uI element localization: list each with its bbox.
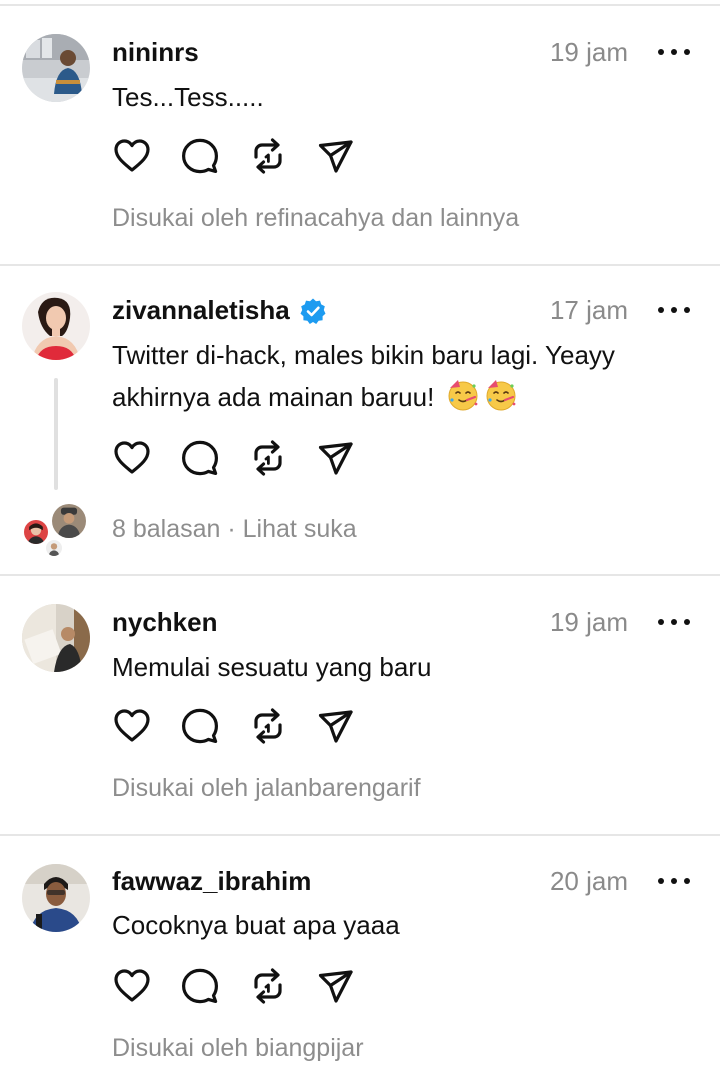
comment-icon[interactable] (178, 964, 222, 1008)
post[interactable]: nininrs 19 jam Tes...Tess..... Disukai o… (0, 6, 720, 264)
replies-count-link[interactable]: 8 balasan (112, 515, 220, 543)
action-bar (110, 964, 370, 1008)
comment-icon[interactable] (178, 704, 222, 748)
post-text: Tes...Tess..... (112, 82, 264, 112)
action-bar (110, 134, 370, 178)
post[interactable]: nychken 19 jam Memulai sesuatu yang baru… (0, 576, 720, 834)
verified-badge-icon (300, 298, 326, 324)
comment-icon[interactable] (178, 436, 222, 480)
username[interactable]: zivannaletisha (112, 294, 290, 326)
post-meta: 8 balasan · Lihat suka (112, 513, 357, 545)
share-icon[interactable] (314, 134, 358, 178)
liked-by-text[interactable]: Disukai oleh refinacahya dan lainnya (112, 202, 519, 234)
more-options-icon[interactable] (656, 36, 692, 68)
heart-icon[interactable] (110, 964, 154, 1008)
more-options-icon[interactable] (656, 865, 692, 897)
username[interactable]: nychken (112, 606, 218, 638)
repost-icon[interactable] (246, 436, 290, 480)
avatar[interactable] (22, 604, 90, 672)
post-text-content: Twitter di-hack, males bikin baru lagi. … (112, 340, 615, 412)
post-time: 17 jam (549, 295, 628, 325)
reply-avatar (44, 538, 64, 558)
share-icon[interactable] (314, 704, 358, 748)
share-icon[interactable] (314, 964, 358, 1008)
username[interactable]: fawwaz_ibrahim (112, 865, 311, 897)
share-icon[interactable] (314, 436, 358, 480)
heart-icon[interactable] (110, 704, 154, 748)
repost-icon[interactable] (246, 964, 290, 1008)
post[interactable]: zivannaletisha 17 jam Twitter di-hack, m… (0, 266, 720, 574)
reply-avatar (50, 502, 88, 540)
threads-feed: nininrs 19 jam Tes...Tess..... Disukai o… (0, 0, 720, 1090)
action-bar (110, 704, 370, 748)
liked-by-text[interactable]: Disukai oleh biangpijar (112, 1032, 364, 1064)
repost-icon[interactable] (246, 134, 290, 178)
partying-face-emoji (446, 378, 480, 412)
post-text: Memulai sesuatu yang baru (112, 652, 432, 682)
comment-icon[interactable] (178, 134, 222, 178)
avatar[interactable] (22, 292, 90, 360)
post-time: 19 jam (549, 37, 628, 67)
post-text: Cocoknya buat apa yaaa (112, 910, 400, 940)
post[interactable]: fawwaz_ibrahim 20 jam Cocoknya buat apa … (0, 836, 720, 1090)
action-bar (110, 436, 370, 480)
meta-separator: · (220, 515, 243, 543)
more-options-icon[interactable] (656, 294, 692, 326)
partying-face-emoji (484, 378, 518, 412)
post-time: 20 jam (549, 866, 628, 896)
thread-line (54, 378, 58, 490)
avatar[interactable] (22, 34, 90, 102)
heart-icon[interactable] (110, 134, 154, 178)
view-likes-link[interactable]: Lihat suka (243, 515, 357, 543)
avatar[interactable] (22, 864, 90, 932)
more-options-icon[interactable] (656, 606, 692, 638)
post-time: 19 jam (549, 607, 628, 637)
repost-icon[interactable] (246, 704, 290, 748)
liked-by-text[interactable]: Disukai oleh jalanbarengarif (112, 772, 421, 804)
post-text: Twitter di-hack, males bikin baru lagi. … (112, 334, 672, 418)
username[interactable]: nininrs (112, 36, 199, 68)
heart-icon[interactable] (110, 436, 154, 480)
